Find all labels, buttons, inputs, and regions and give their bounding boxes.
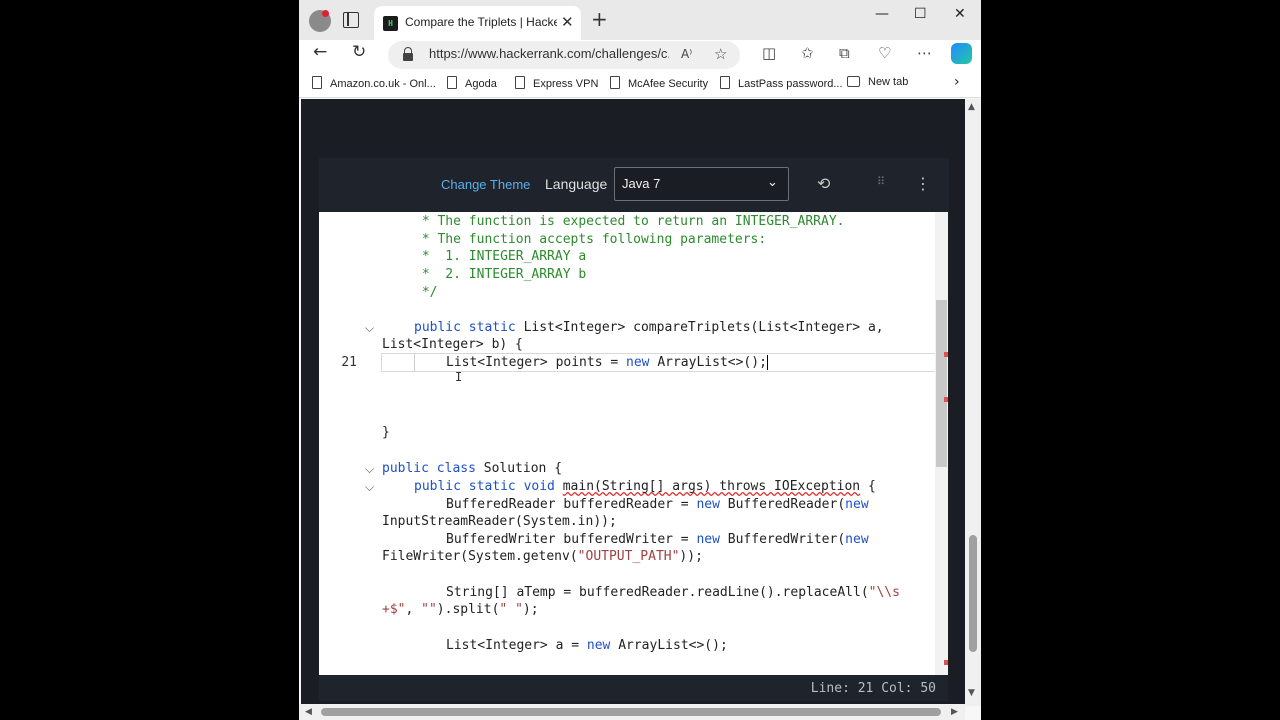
more-menu-icon[interactable]: ⋯ [917, 44, 932, 62]
tab-actions-icon[interactable] [343, 12, 359, 28]
bookmark-item[interactable]: New tab [847, 76, 908, 94]
editor-scrollbar[interactable] [935, 212, 948, 675]
language-label: Language [545, 176, 608, 192]
minimize-icon[interactable]: — [875, 6, 889, 22]
code-line: BufferedWriter bufferedWriter = new Buff… [446, 532, 869, 547]
code-line: } [382, 425, 390, 440]
browser-toolbar: ← ↻ https://www.hackerrank.com/challenge… [299, 40, 981, 70]
close-window-icon[interactable]: ✕ [954, 6, 966, 22]
read-aloud-icon[interactable]: A⁾ [681, 47, 692, 61]
kebab-menu-icon[interactable]: ⋮ [915, 174, 931, 193]
change-theme-link[interactable]: Change Theme [441, 177, 530, 192]
fold-chevron-icon[interactable]: ⌵ [365, 462, 374, 477]
url-text[interactable]: https://www.hackerrank.com/challenges/c.… [429, 46, 669, 61]
drag-handle-icon[interactable]: ⠿ [877, 175, 885, 188]
hackerrank-favicon-icon: H [383, 16, 398, 31]
line-number: 21 [341, 355, 357, 370]
code-comment: * The function is expected to return an … [414, 214, 845, 229]
page-icon [720, 76, 730, 89]
collections-icon[interactable]: ⧉ [839, 44, 850, 62]
chevron-right-icon[interactable]: › [954, 74, 960, 90]
lock-icon [403, 47, 413, 61]
code-line: public class Solution { [382, 461, 563, 476]
favorite-star-icon[interactable]: ☆ [714, 45, 727, 63]
browser-window: H Compare the Triplets | HackerRank ✕ + … [299, 0, 981, 720]
page-scrollbar-horizontal[interactable]: ◀ ▶ [299, 704, 965, 720]
error-marker [944, 352, 948, 357]
editor-status-bar: Line: 21 Col: 50 [319, 675, 948, 701]
text-cursor-icon: I [455, 370, 463, 384]
code-line: InputStreamReader(System.in)); [382, 514, 617, 529]
code-comment: * 2. INTEGER_ARRAY b [414, 267, 587, 282]
error-marker [944, 660, 948, 665]
editor-header: Change Theme Language Java 7 ⌄ ⟲ ⠿ ⋮ [319, 158, 949, 212]
fold-chevron-icon[interactable]: ⌵ [365, 321, 374, 336]
scroll-right-icon[interactable]: ▶ [951, 707, 958, 717]
language-value: Java 7 [622, 176, 661, 191]
code-line: String[] aTemp = bufferedReader.readLine… [446, 585, 900, 600]
editor-scroll-thumb[interactable] [936, 300, 947, 467]
code-line: public static void main(String[] args) t… [414, 479, 876, 494]
code-comment: */ [414, 285, 438, 300]
browser-essentials-icon[interactable]: ♡ [878, 44, 891, 62]
code-editor[interactable]: 21 ⌵ ⌵ ⌵ * The function is expected to r… [319, 212, 948, 675]
chevron-down-icon: ⌄ [767, 175, 778, 190]
code-line: BufferedReader bufferedReader = new Buff… [446, 497, 869, 512]
language-select[interactable]: Java 7 ⌄ [614, 167, 789, 201]
active-tab[interactable]: H Compare the Triplets | HackerRank ✕ [374, 6, 581, 40]
tab-strip: H Compare the Triplets | HackerRank ✕ + … [299, 0, 981, 40]
refresh-icon[interactable]: ↻ [352, 42, 366, 62]
page-icon [610, 76, 620, 89]
favorites-icon[interactable]: ✩ [801, 44, 814, 62]
page-scroll-thumb-h[interactable] [321, 708, 941, 716]
page-icon [515, 76, 525, 89]
page-icon [447, 76, 457, 89]
page-icon [312, 76, 322, 89]
restore-history-icon[interactable]: ⟲ [817, 174, 830, 193]
back-arrow-icon[interactable]: ← [313, 42, 327, 62]
code-line: public static List<Integer> compareTripl… [414, 320, 884, 335]
scroll-left-icon[interactable]: ◀ [305, 707, 312, 717]
cursor-position: Line: 21 Col: 50 [810, 681, 936, 696]
page-scrollbar-vertical[interactable]: ▲ ▼ [965, 99, 981, 706]
bookmark-item[interactable]: LastPass password... [720, 76, 843, 94]
page-scroll-thumb[interactable] [969, 535, 977, 652]
fold-chevron-icon[interactable]: ⌵ [365, 480, 374, 495]
scroll-up-icon[interactable]: ▲ [968, 102, 975, 112]
bookmark-item[interactable]: Express VPN [515, 76, 598, 94]
scroll-down-icon[interactable]: ▼ [968, 688, 975, 698]
bookmark-item[interactable]: McAfee Security [610, 76, 708, 94]
bookmarks-bar: Amazon.co.uk - Onl... Agoda Express VPN … [299, 70, 981, 98]
bookmark-item[interactable]: Agoda [447, 76, 497, 94]
code-line: List<Integer> points = new ArrayList<>()… [446, 355, 768, 370]
page-content: Change Theme Language Java 7 ⌄ ⟲ ⠿ ⋮ 21 … [301, 99, 965, 720]
bookmark-item[interactable]: Amazon.co.uk - Onl... [312, 76, 436, 94]
tab-icon [847, 76, 860, 87]
copilot-icon[interactable] [951, 43, 972, 64]
new-tab-button[interactable]: + [591, 7, 608, 31]
code-line: FileWriter(System.getenv("OUTPUT_PATH"))… [382, 549, 703, 564]
maximize-icon[interactable]: ☐ [914, 6, 927, 22]
code-line: List<Integer> b) { [382, 337, 523, 352]
code-line: +$", "").split(" "); [382, 602, 539, 617]
code-comment: * 1. INTEGER_ARRAY a [414, 249, 587, 264]
indent-guide [414, 354, 415, 371]
notification-dot [322, 10, 329, 17]
split-screen-icon[interactable]: ◫ [762, 44, 776, 62]
code-line: List<Integer> a = new ArrayList<>(); [446, 638, 728, 653]
tab-title: Compare the Triplets | HackerRank [405, 15, 557, 29]
error-marker [944, 397, 948, 402]
close-tab-icon[interactable]: ✕ [561, 13, 574, 31]
code-comment: * The function accepts following paramet… [414, 232, 767, 247]
address-bar[interactable]: https://www.hackerrank.com/challenges/c.… [388, 41, 740, 69]
